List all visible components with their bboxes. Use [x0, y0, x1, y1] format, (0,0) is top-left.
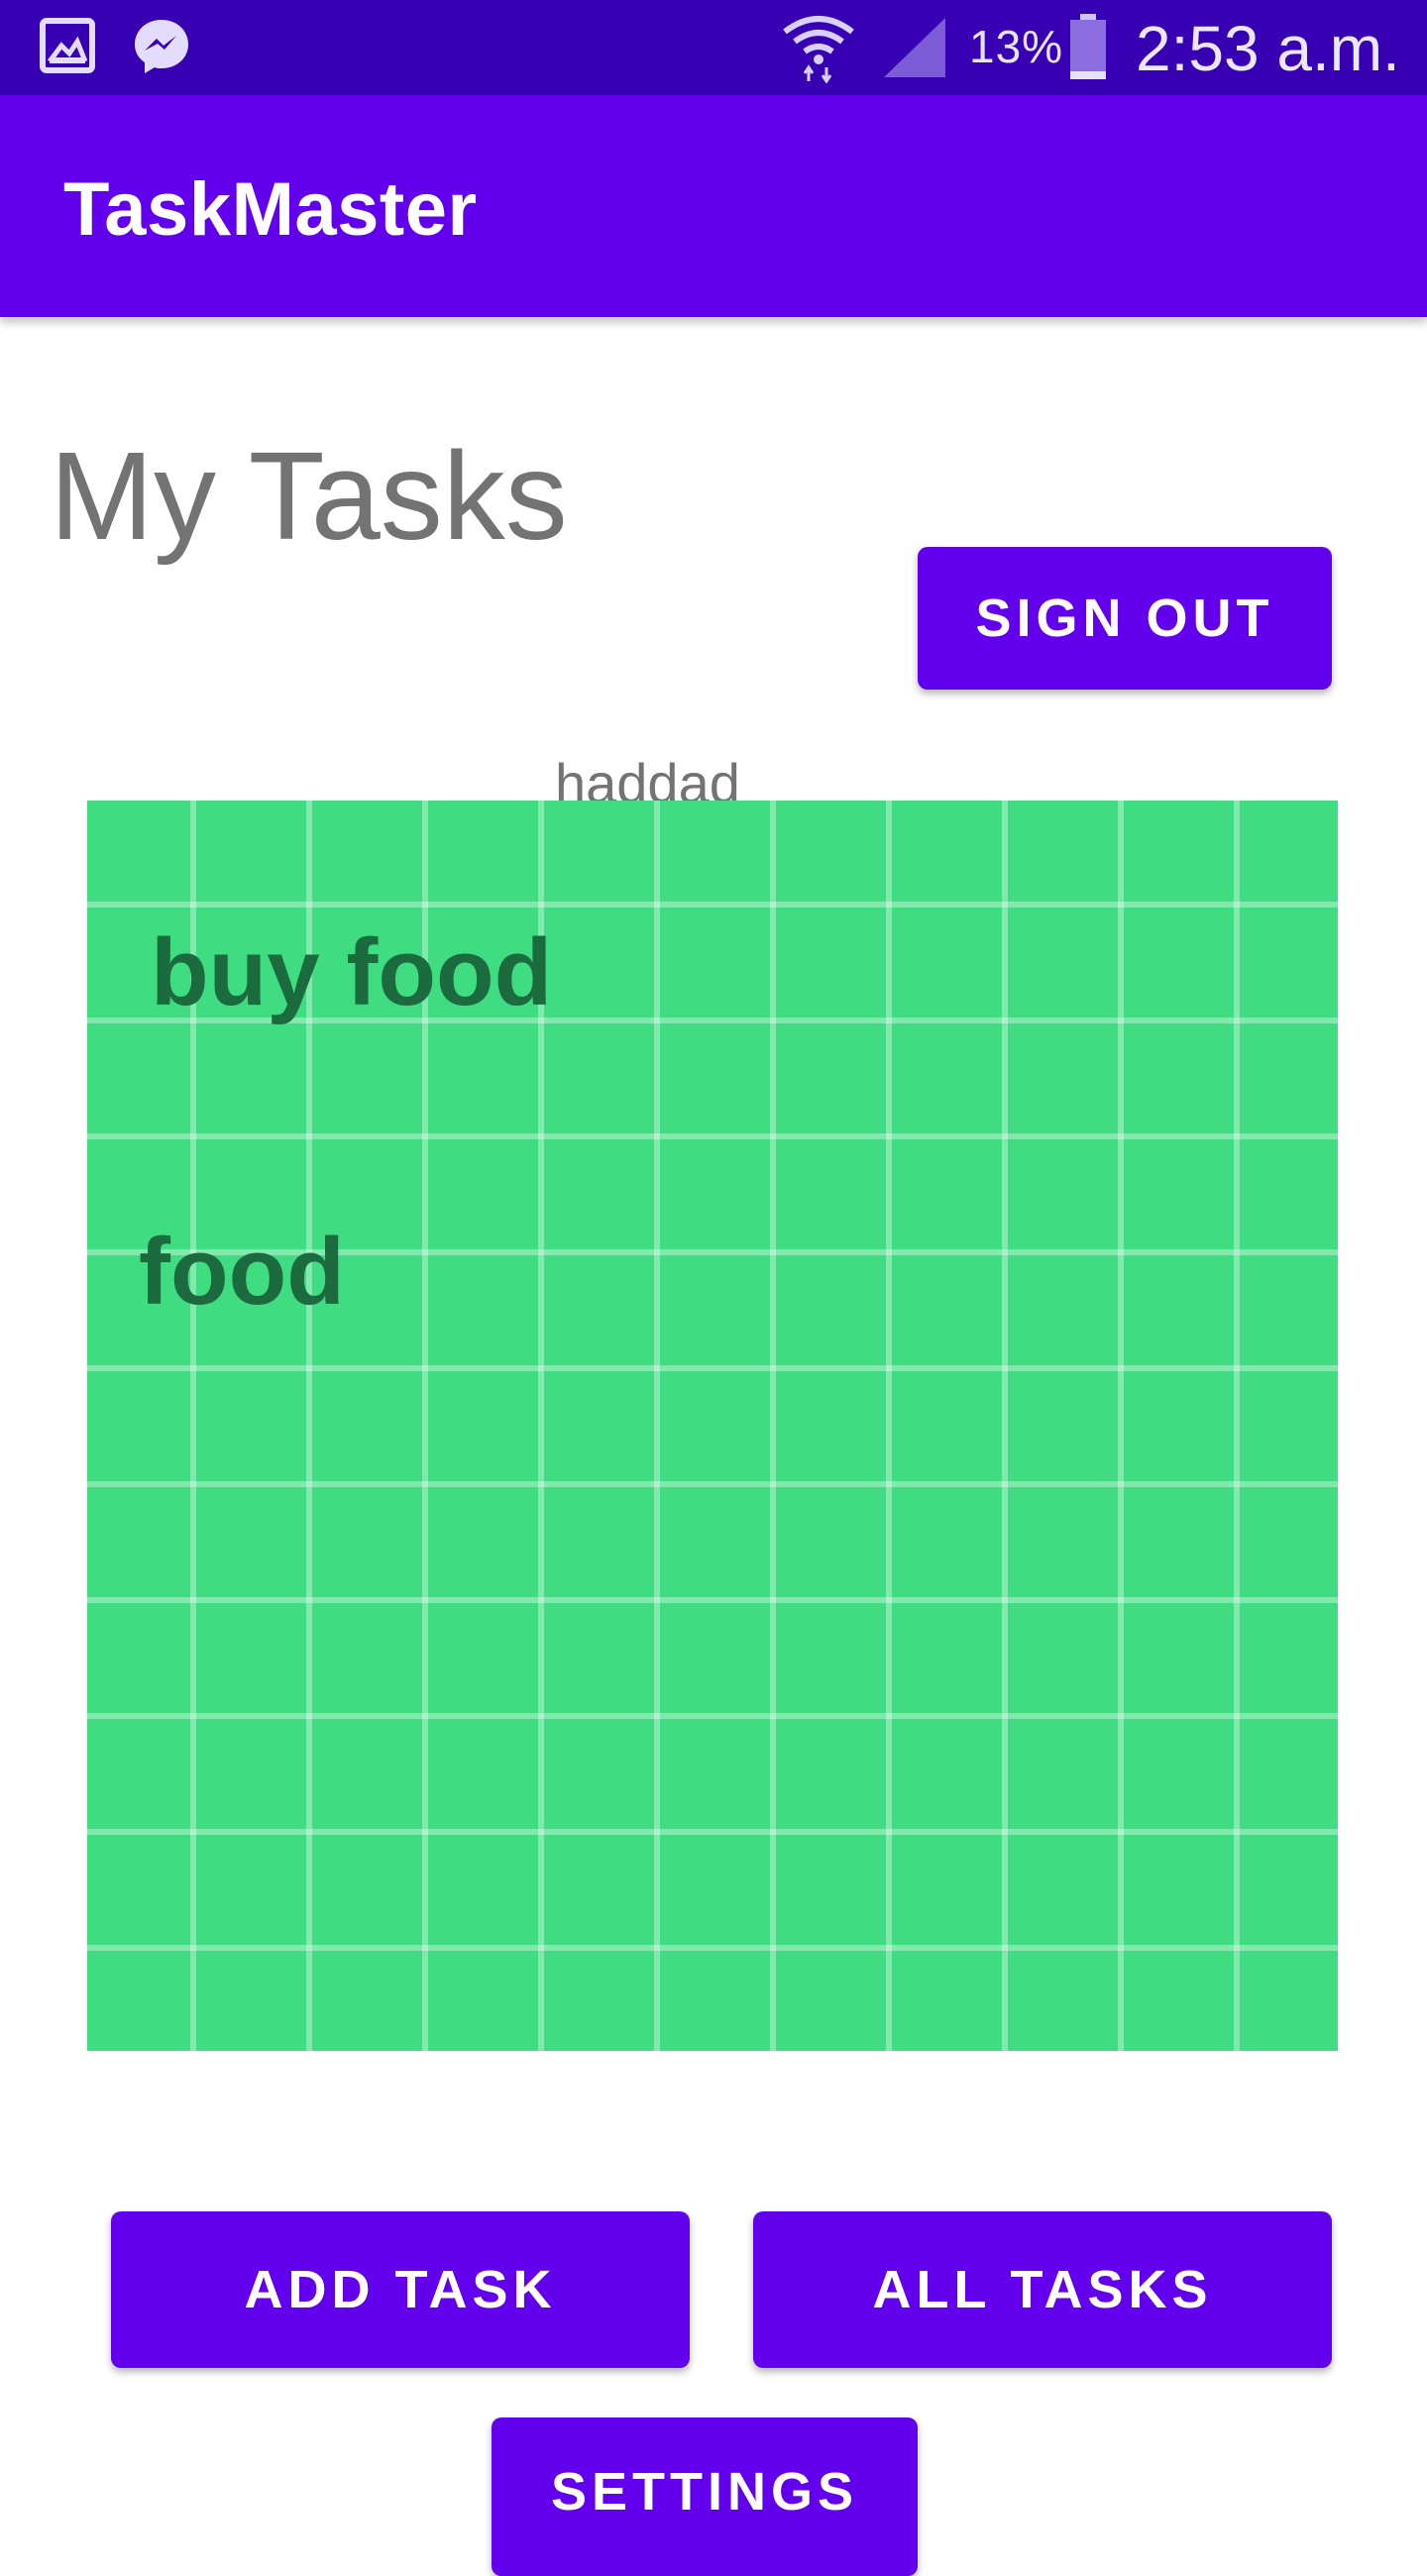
- settings-button[interactable]: Settings: [492, 2417, 918, 2576]
- battery-percent: 13%: [969, 21, 1064, 72]
- wifi-icon: [783, 16, 854, 83]
- clock: 2:53 a.m.: [1136, 13, 1400, 84]
- gallery-icon: [40, 18, 95, 73]
- task-item[interactable]: buy food: [151, 925, 552, 1020]
- status-bar: 13% 2:53 a.m.: [0, 0, 1427, 95]
- task-item[interactable]: food: [139, 1225, 345, 1320]
- sign-out-button[interactable]: Sign out: [918, 547, 1332, 690]
- add-task-button[interactable]: Add task: [111, 2211, 690, 2368]
- page-title: My Tasks: [50, 426, 568, 566]
- app-bar: TaskMaster: [0, 95, 1427, 317]
- app-title: TaskMaster: [63, 167, 478, 252]
- all-tasks-button[interactable]: All tasks: [753, 2211, 1332, 2368]
- messenger-icon: [135, 20, 188, 73]
- task-list: buy food food: [87, 801, 1338, 2051]
- signal-icon: [884, 18, 945, 77]
- battery-icon: [1070, 14, 1106, 79]
